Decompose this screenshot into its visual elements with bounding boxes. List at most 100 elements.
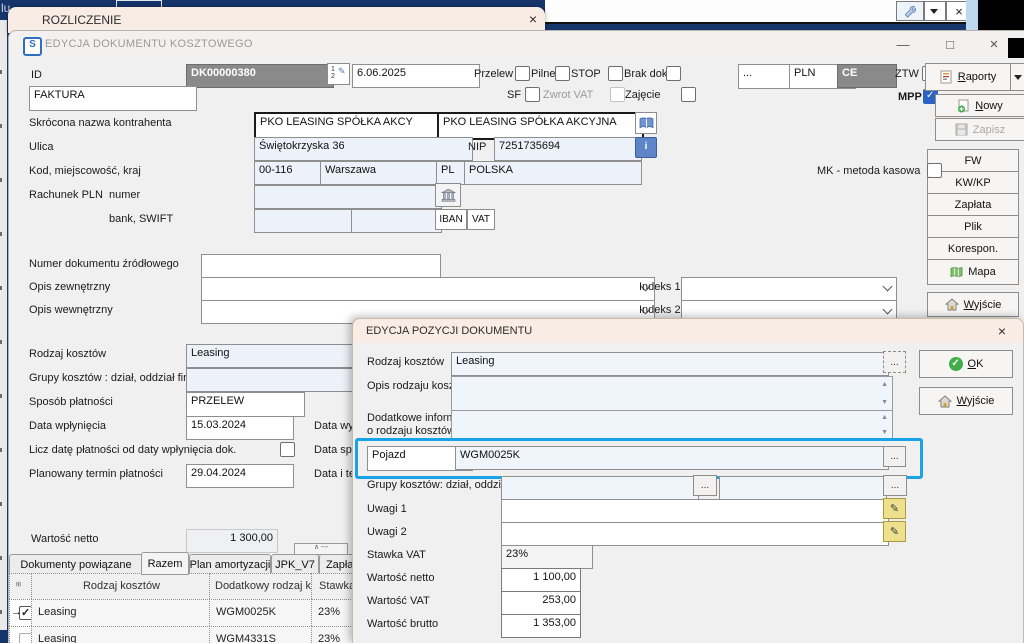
dlg-rodzaj-lookup-button[interactable]: ...: [883, 351, 906, 373]
opis-zewnetrzny-dropdown[interactable]: [201, 277, 655, 301]
wrench-button[interactable]: [896, 1, 924, 21]
kod-field[interactable]: 00-116: [254, 161, 327, 185]
dlg-grupy-field-1[interactable]: [501, 476, 699, 500]
tab-plan-amortyzacji[interactable]: Plan amortyzacji: [189, 554, 271, 575]
mapa-button[interactable]: Mapa: [927, 259, 1019, 285]
rachunek-numer-field[interactable]: [254, 185, 442, 209]
dlg-netto-field[interactable]: 1 100,00: [501, 568, 581, 592]
iban-button[interactable]: IBAN: [435, 209, 467, 230]
dlg-ok-button[interactable]: ✓ OK: [919, 350, 1013, 378]
kraj-field[interactable]: POLSKA: [464, 161, 642, 185]
data-wplyniecia-field[interactable]: 15.03.2024: [186, 416, 294, 440]
tab-zaplaty[interactable]: Zapłaty: [319, 554, 353, 575]
przelew-checkbox[interactable]: [515, 66, 530, 81]
dlg-rodzaj-field[interactable]: Leasing: [451, 352, 889, 376]
toolbar-dropdown-button[interactable]: [924, 1, 946, 21]
swift-field[interactable]: [351, 209, 442, 233]
bank-button[interactable]: [435, 183, 461, 207]
numer-zrodlowy-field[interactable]: [201, 254, 441, 278]
kontrahent-lookup-button[interactable]: [635, 112, 657, 134]
dlg-grupy-lookup-2[interactable]: ...: [883, 475, 907, 496]
zwrot-vat-checkbox[interactable]: [610, 87, 625, 102]
dlg-opis-textarea[interactable]: ▲ ▼: [451, 376, 893, 411]
zapisz-button[interactable]: Zapisz: [935, 118, 1024, 141]
renumber-button[interactable]: 12 ✎: [327, 63, 350, 85]
nip-verify-button[interactable]: i: [635, 137, 657, 158]
planowany-termin-label: Planowany termin płatności: [29, 468, 163, 480]
dlg-uwagi2-edit-button[interactable]: ✎: [883, 521, 906, 542]
miasto-field[interactable]: Warszawa: [320, 161, 443, 185]
main-titlebar: S EDYCJA DOKUMENTU KOSZTOWEGO — □ ×: [9, 31, 1024, 58]
sf-checkbox[interactable]: [525, 87, 540, 102]
close-button[interactable]: ×: [985, 35, 1003, 53]
planowany-termin-field[interactable]: 29.04.2024: [186, 464, 294, 488]
numer-label: numer: [109, 189, 141, 201]
nowy-button[interactable]: Nowy: [935, 94, 1024, 117]
cell-dodatkowy[interactable]: WGM4331S: [209, 626, 324, 643]
indeks1-dropdown[interactable]: [681, 277, 897, 301]
dlg-uwagi2-field[interactable]: [501, 522, 889, 546]
nip-field[interactable]: 7251735694: [494, 137, 642, 161]
home-icon: [944, 298, 959, 311]
scroll-up-icon[interactable]: ▲: [881, 414, 888, 421]
zajecie-label: Zajęcie: [625, 89, 661, 101]
tab-razem[interactable]: Razem: [141, 552, 189, 575]
document-date-field[interactable]: 6.06.2025: [352, 64, 480, 88]
tab-dokumenty-powiazane[interactable]: Dokumenty powiązane: [9, 554, 143, 575]
sposob-platnosci-dropdown[interactable]: PRZELEW: [186, 392, 305, 417]
zapisz-label: Zapisz: [972, 123, 1006, 136]
pilne-label: Pilne: [531, 68, 556, 80]
dlg-grupy-lookup-1[interactable]: ...: [693, 475, 717, 496]
brak-dok-checkbox[interactable]: [666, 66, 681, 81]
save-icon: [955, 123, 968, 136]
pilne-checkbox[interactable]: [555, 66, 570, 81]
stop-checkbox[interactable]: [608, 66, 623, 81]
cell-rodzaj[interactable]: Leasing: [31, 626, 222, 643]
sposob-platnosci-label: Sposób płatności: [29, 396, 113, 408]
dlg-pojazd-field[interactable]: WGM0025K: [455, 446, 889, 470]
dlg-uwagi1-field[interactable]: [501, 499, 889, 523]
scroll-up-icon[interactable]: ▲: [881, 381, 888, 388]
bank-field[interactable]: [254, 209, 358, 233]
tab-jpk-v7[interactable]: JPK_V7: [271, 554, 319, 575]
minimize-button[interactable]: —: [889, 36, 917, 52]
dlg-pojazd-lookup-button[interactable]: ...: [883, 446, 906, 467]
rozliczenie-close-button[interactable]: ×: [524, 10, 542, 28]
dlg-dodatkowe-textarea[interactable]: ▲ ▼: [451, 410, 893, 440]
raporty-button[interactable]: Raporty: [925, 63, 1011, 91]
cell-stawka[interactable]: 23%: [311, 626, 353, 643]
document-type-dropdown[interactable]: FAKTURA: [29, 86, 197, 111]
scroll-down-icon[interactable]: ▼: [881, 429, 888, 436]
raporty-label: Raporty: [957, 71, 997, 83]
dlg-dodatkowe-label-2: o rodzaju kosztów: [367, 425, 456, 437]
korespon-button[interactable]: Korespon.: [927, 237, 1019, 261]
dialog-close-button[interactable]: ×: [993, 322, 1011, 340]
info-icon: i: [644, 141, 648, 152]
zaplata-button[interactable]: Zapłata: [927, 193, 1019, 217]
maximize-button[interactable]: □: [941, 35, 959, 53]
opis-wewnetrzny-label: Opis wewnętrzny: [29, 304, 113, 316]
ztw-label: ZTW: [895, 68, 919, 80]
grupy-kosztow-label: Grupy kosztów : dział, oddział firmy: [29, 372, 202, 384]
kontrahent-short-label: Skrócona nazwa kontrahenta: [29, 117, 172, 129]
ulica-field[interactable]: Świętokrzyska 36: [254, 137, 473, 161]
dlg-brutto-field[interactable]: 1 353,00: [501, 614, 581, 638]
zajecie-checkbox[interactable]: [681, 87, 696, 102]
scroll-down-icon[interactable]: ▼: [881, 399, 888, 406]
sf-label: SF: [507, 89, 522, 101]
id-label: ID: [31, 69, 42, 81]
vat-button[interactable]: VAT: [467, 209, 495, 230]
dlg-uwagi1-edit-button[interactable]: ✎: [883, 498, 906, 519]
dlg-wyjscie-button[interactable]: Wyjście: [919, 387, 1013, 415]
dlg-vat-field[interactable]: 253,00: [501, 591, 581, 615]
kontrahent-full-field[interactable]: PKO LEASING SPÓŁKA AKCYJNA: [437, 112, 644, 140]
chevron-down-icon: [882, 281, 893, 292]
raporty-dropdown-button[interactable]: [1010, 63, 1024, 91]
licz-date-checkbox[interactable]: [280, 442, 295, 457]
dlg-grupy-field-2[interactable]: [719, 476, 887, 500]
wyjscie-button[interactable]: Wyjście: [927, 292, 1019, 317]
mk-checkbox[interactable]: [927, 163, 942, 178]
plik-button[interactable]: Plik: [927, 215, 1019, 239]
indeks1-label: Indeks 1: [639, 281, 681, 293]
dlg-stawka-dropdown[interactable]: 23%: [501, 545, 593, 569]
